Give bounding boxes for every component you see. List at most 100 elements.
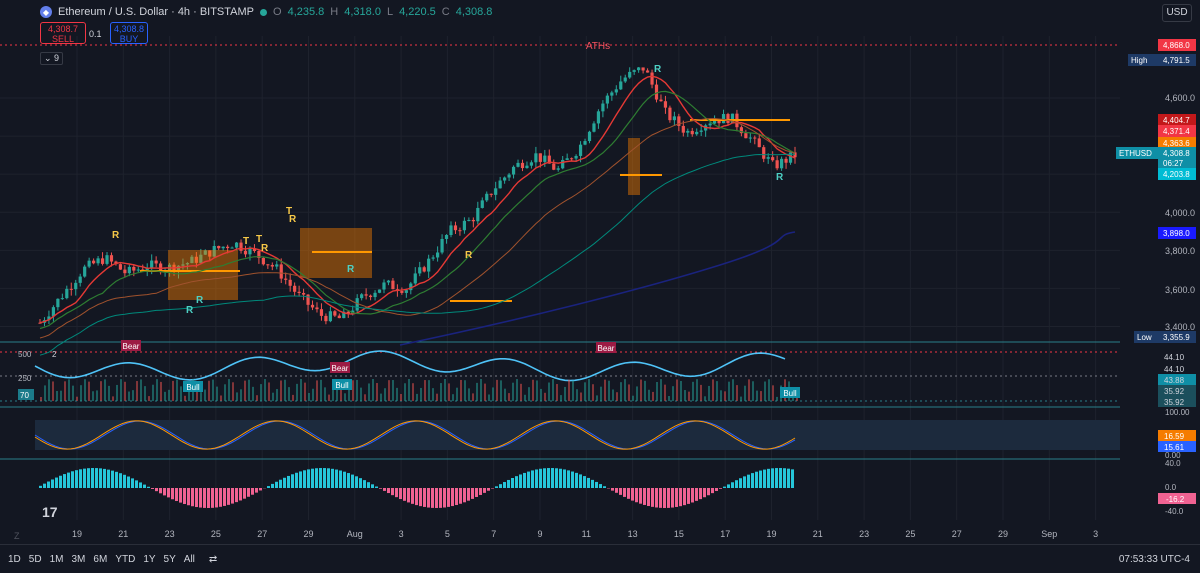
currency-select[interactable]: USD <box>1162 4 1192 22</box>
volume-bar <box>256 395 258 401</box>
chart-canvas[interactable]: ATHs 4,600.04,000.03,800.03,600.03,400.0… <box>0 0 1200 572</box>
macd-hist-bar <box>147 487 150 488</box>
bull-bear-tag-text: Bear <box>598 344 615 353</box>
volume-bar <box>716 381 718 401</box>
macd-hist-bar <box>699 488 702 499</box>
pane4-tick: 40.0 <box>1165 459 1181 468</box>
volume-bar <box>52 381 54 401</box>
macd-hist-bar <box>355 476 358 488</box>
pane2-left-badge-text: 70 <box>20 391 29 400</box>
candle <box>231 248 234 249</box>
volume-bar <box>76 397 78 401</box>
signal-label: R <box>654 64 662 75</box>
candle <box>56 299 59 307</box>
pane2-badge-text: 44.10 <box>1164 353 1185 362</box>
macd-hist-bar <box>587 478 590 488</box>
volume-bar <box>776 397 778 401</box>
range-button-all[interactable]: All <box>184 554 195 565</box>
symbol-title[interactable]: Ethereum / U.S. Dollar · 4h · BITSTAMP <box>58 6 254 18</box>
volume-bar <box>676 379 678 401</box>
candle <box>561 160 564 168</box>
volume-bar <box>648 390 650 401</box>
macd-hist-bar <box>703 488 706 497</box>
macd-hist-bar <box>323 468 326 488</box>
volume-bar <box>468 388 470 401</box>
buy-button[interactable]: 4,308.8BUY <box>110 22 148 44</box>
indicators-toggle[interactable]: ⌄ 9 <box>40 52 63 65</box>
range-button-1d[interactable]: 1D <box>8 554 21 565</box>
sell-button[interactable]: 4,308.7SELL <box>40 22 86 44</box>
volume-bar <box>172 381 174 401</box>
macd-hist-bar <box>387 488 390 493</box>
bull-bear-tag-text: Bull <box>335 381 349 390</box>
macd-hist-bar <box>99 468 102 488</box>
volume-bar <box>304 383 306 401</box>
macd-hist-bar <box>87 468 90 488</box>
macd-hist-bar <box>83 469 86 488</box>
range-button-6m[interactable]: 6M <box>93 554 107 565</box>
price-tick: 4,000.0 <box>1165 208 1195 218</box>
volume-bar <box>268 382 270 401</box>
volume-bar <box>608 381 610 401</box>
volume-bar <box>496 380 498 401</box>
date-range-icon[interactable]: ⇄ <box>209 554 217 565</box>
macd-hist-bar <box>519 474 522 488</box>
macd-hist-bar <box>187 488 190 505</box>
range-button-1y[interactable]: 1Y <box>143 554 155 565</box>
macd-hist-bar <box>727 484 730 488</box>
candle <box>88 261 91 267</box>
price-badge-text: 4,363.6 <box>1163 139 1190 148</box>
macd-hist-bar <box>675 488 678 507</box>
macd-hist-bar <box>639 488 642 504</box>
candle <box>749 138 752 139</box>
signal-label: R <box>112 230 120 241</box>
macd-hist-bar <box>207 488 210 508</box>
zoom-icon[interactable]: Z <box>14 531 20 541</box>
macd-hist-bar <box>611 488 614 491</box>
range-button-3m[interactable]: 3M <box>72 554 86 565</box>
macd-hist-bar <box>119 473 122 488</box>
candle <box>414 273 417 283</box>
range-button-ytd[interactable]: YTD <box>115 554 135 565</box>
candle <box>463 221 466 230</box>
macd-hist-bar <box>735 480 738 488</box>
macd-hist-bar <box>595 482 598 488</box>
macd-hist-bar <box>179 488 182 503</box>
macd-hist-bar <box>531 470 534 488</box>
volume-bar <box>520 384 522 401</box>
macd-hist-bar <box>231 488 234 504</box>
volume-bar <box>692 382 694 401</box>
time-tick: 17 <box>720 529 730 539</box>
close-value: 4,308.8 <box>456 6 493 18</box>
candle <box>601 104 604 112</box>
price-badge-text: 4,203.8 <box>1163 170 1190 179</box>
range-button-5y[interactable]: 5Y <box>164 554 176 565</box>
macd-hist-bar <box>579 474 582 488</box>
time-tick: 29 <box>303 529 313 539</box>
pane2-tick: 500 <box>18 350 32 359</box>
time-tick: 15 <box>674 529 684 539</box>
range-button-5d[interactable]: 5D <box>29 554 42 565</box>
macd-hist-bar <box>103 469 106 488</box>
candle <box>499 181 502 189</box>
candle <box>150 261 153 269</box>
volume-bar <box>672 386 674 401</box>
volume-bar <box>572 381 574 401</box>
candle <box>137 270 140 271</box>
volume-bar <box>568 380 570 401</box>
time-axis[interactable]: 192123252729Aug357911131517192123252729S… <box>72 529 1098 539</box>
macd-hist-bar <box>347 473 350 488</box>
time-tick: 25 <box>211 529 221 539</box>
candle <box>61 298 64 299</box>
volume-bar <box>252 387 254 401</box>
pane4-tick: -40.0 <box>1165 507 1184 516</box>
volume-bar <box>292 395 294 401</box>
volume-bar <box>120 379 122 401</box>
volume-bar <box>92 391 94 401</box>
time-tick: 27 <box>257 529 267 539</box>
volume-bar <box>508 393 510 401</box>
volume-bar <box>548 383 550 401</box>
candle <box>373 293 376 297</box>
symbol-header[interactable]: ◆ Ethereum / U.S. Dollar · 4h · BITSTAMP… <box>40 6 492 18</box>
range-button-1m[interactable]: 1M <box>50 554 64 565</box>
